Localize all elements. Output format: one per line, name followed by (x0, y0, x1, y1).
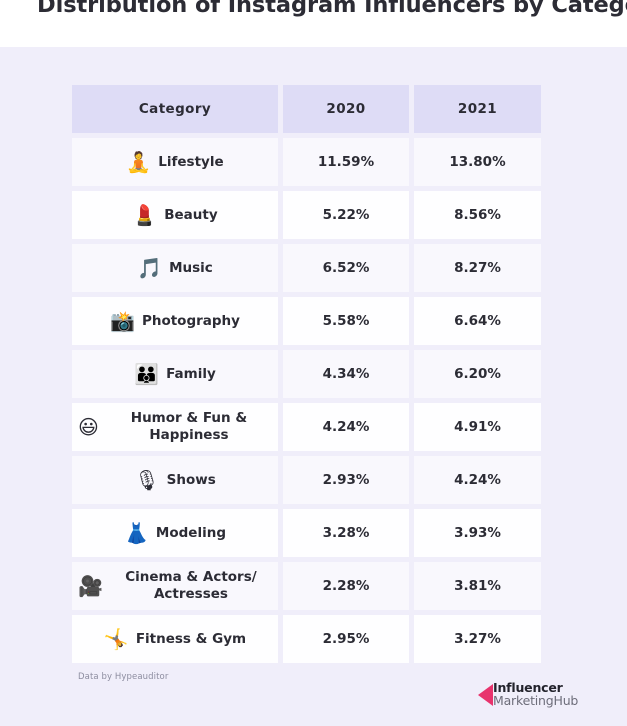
cell-category: 🤸 Fitness & Gym (72, 615, 278, 663)
person-cartwheeling-icon: 🤸 (103, 627, 129, 651)
cell-category: 😃 Humor & Fun & Happiness (72, 403, 278, 451)
page-title: Distribution of Instagram Influencers by… (37, 0, 627, 18)
cell-category: 🎵 Music (72, 244, 278, 292)
category-label: Photography (141, 312, 240, 329)
table-row: 🎙 Shows 2.93% 4.24% (72, 456, 541, 504)
title-bar: Distribution of Instagram Influencers by… (0, 0, 627, 47)
table-row: 🤸 Fitness & Gym 2.95% 3.27% (72, 615, 541, 663)
cell-category: 👗 Modeling (72, 509, 278, 557)
cell-2021-value: 8.56% (414, 191, 541, 239)
value-2021: 3.93% (454, 525, 501, 541)
value-2020: 4.34% (322, 366, 370, 382)
logo-text-marketinghub: MarketingHub (493, 692, 579, 708)
cell-2020-value: 3.28% (283, 509, 409, 557)
musical-note-icon: 🎵 (137, 256, 163, 280)
column-header-category: Category (72, 85, 278, 133)
value-2020: 11.59% (317, 154, 375, 170)
cell-2021-value: 3.81% (414, 562, 541, 610)
dress-icon: 👗 (124, 521, 149, 545)
table-row: 🎵 Music 6.52% 8.27% (72, 244, 541, 292)
category-label: Modeling (155, 524, 226, 541)
value-2020: 4.24% (322, 419, 370, 435)
category-label: Family (166, 365, 216, 382)
cell-2021-value: 8.27% (414, 244, 541, 292)
movie-camera-icon: 🎥 (78, 574, 103, 598)
studio-microphone-icon: 🎙 (134, 468, 160, 492)
table-header-row: Category 2020 2021 (72, 85, 541, 133)
cell-category: 📸 Photography (72, 297, 278, 345)
cell-2020-value: 4.34% (283, 350, 409, 398)
cell-2021-value: 3.93% (414, 509, 541, 557)
logo-wordmark: Influencer MarketingHub (493, 681, 579, 708)
table-row: 👗 Modeling 3.28% 3.93% (72, 509, 541, 557)
cell-category: 🎥 Cinema & Actors/ Actresses (72, 562, 278, 610)
cell-category: 💄 Beauty (72, 191, 278, 239)
value-2020: 5.22% (322, 207, 370, 223)
cell-2021-value: 3.27% (414, 615, 541, 663)
person-in-lotus-position-icon: 🧘 (126, 150, 152, 174)
category-label: Lifestyle (158, 153, 224, 170)
category-label: Fitness & Gym (135, 630, 247, 647)
value-2021: 3.27% (454, 631, 501, 647)
cell-category: 🎙 Shows (72, 456, 278, 504)
value-2021: 6.20% (454, 366, 501, 382)
table-row: 💄 Beauty 5.22% 8.56% (72, 191, 541, 239)
influencer-marketing-hub-logo: Influencer MarketingHub (478, 681, 579, 708)
family-icon: 👪 (134, 362, 160, 386)
value-2021: 4.24% (454, 472, 501, 488)
value-2021: 8.27% (454, 260, 501, 276)
cell-2021-value: 13.80% (414, 138, 541, 186)
cell-2020-value: 2.95% (283, 615, 409, 663)
cell-2020-value: 5.58% (283, 297, 409, 345)
value-2021: 3.81% (454, 578, 501, 594)
table-row: 📸 Photography 5.58% 6.64% (72, 297, 541, 345)
category-label: Music (169, 259, 213, 276)
camera-with-flash-icon: 📸 (110, 309, 135, 333)
value-2020: 2.28% (322, 578, 370, 594)
cell-2020-value: 4.24% (283, 403, 409, 451)
logo-arrow-icon (478, 683, 493, 706)
table-row: 🧘 Lifestyle 11.59% 13.80% (72, 138, 541, 186)
value-2020: 2.95% (322, 631, 370, 647)
cell-2021-value: 6.64% (414, 297, 541, 345)
category-label: Humor & Fun & Happiness (130, 410, 248, 443)
category-label: Shows (166, 471, 216, 488)
column-header-2020: 2020 (283, 85, 409, 133)
table-row: 😃 Humor & Fun & Happiness 4.24% 4.91% (72, 403, 541, 451)
value-2021: 6.64% (454, 313, 501, 329)
value-2020: 5.58% (322, 313, 370, 329)
column-header-2021: 2021 (414, 85, 541, 133)
cell-2021-value: 4.24% (414, 456, 541, 504)
cell-2021-value: 6.20% (414, 350, 541, 398)
data-source-note: Data by Hypeauditor (78, 672, 169, 682)
cell-2020-value: 6.52% (283, 244, 409, 292)
cell-2020-value: 11.59% (283, 138, 409, 186)
table-row: 👪 Family 4.34% 6.20% (72, 350, 541, 398)
cell-2020-value: 2.93% (283, 456, 409, 504)
cell-category: 🧘 Lifestyle (72, 138, 278, 186)
cell-category: 👪 Family (72, 350, 278, 398)
influencer-category-table: Category 2020 2021 🧘 Lifestyle 11.59% 13.80… (72, 85, 541, 668)
value-2021: 4.91% (454, 419, 501, 435)
lipstick-icon: 💄 (132, 203, 158, 227)
cell-2020-value: 2.28% (283, 562, 409, 610)
value-2020: 3.28% (322, 525, 370, 541)
category-label: Cinema & Actors/ Actresses (125, 569, 257, 602)
value-2020: 6.52% (322, 260, 370, 276)
cell-2020-value: 5.22% (283, 191, 409, 239)
value-2020: 2.93% (322, 472, 370, 488)
table-row: 🎥 Cinema & Actors/ Actresses 2.28% 3.81% (72, 562, 541, 610)
value-2021: 8.56% (454, 207, 501, 223)
category-label: Beauty (164, 206, 218, 223)
grinning-face-icon: 😃 (78, 415, 99, 439)
cell-2021-value: 4.91% (414, 403, 541, 451)
value-2021: 13.80% (449, 154, 506, 170)
